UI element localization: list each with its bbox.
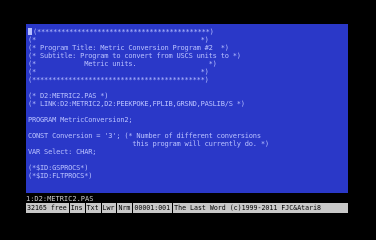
text-mode-indicator: Txt (84, 203, 99, 213)
editor-line: (* Program Title: Metric Conversion Prog… (28, 44, 229, 52)
display-mode-indicator: Nrm (116, 203, 131, 213)
cursor-position: 00001:001 (132, 203, 171, 213)
editor-line: PROGRAM MetricConversion2; (28, 116, 133, 124)
editor-text-area[interactable]: (***************************************… (26, 24, 348, 193)
editor-line: (*$ID:GSPROCS*) (28, 164, 89, 172)
editor-line: this program will currently do. *) (28, 140, 269, 148)
file-name: 1:D2:METRIC2.PAS (26, 195, 94, 203)
editor-line: (* Metric units. *) (28, 60, 217, 68)
text-cursor (28, 28, 32, 35)
editor-line: CONST Conversion = '3'; (* Number of dif… (28, 132, 261, 140)
editor-line: (* Subtitle: Program to convert from USC… (28, 52, 241, 60)
editor-line: (* LINK:D2:METRIC2,D2:PEEKPOKE,FPLIB,GRS… (28, 100, 245, 108)
status-bar: 32165 free Ins Txt Lwr Nrm 00001:001 The Last … (26, 203, 348, 213)
free-memory: 32165 free (27, 204, 67, 212)
editor-line: (* *) (28, 68, 209, 76)
editor-line: VAR Select: CHAR; (28, 148, 97, 156)
editor-line: (* D2:METRIC2.PAS *) (28, 92, 109, 100)
insert-mode-indicator: Ins (68, 203, 83, 213)
case-mode-indicator: Lwr (100, 203, 115, 213)
editor-line: (* *) (28, 36, 209, 44)
editor-line: (***************************************… (28, 76, 209, 84)
program-title: The Last Word (c)1999-2011 FJC&Atari8 (172, 203, 322, 213)
editor-line: (***************************************… (28, 28, 214, 36)
editor-line: (*$ID:FLTPROCS*) (28, 172, 93, 180)
